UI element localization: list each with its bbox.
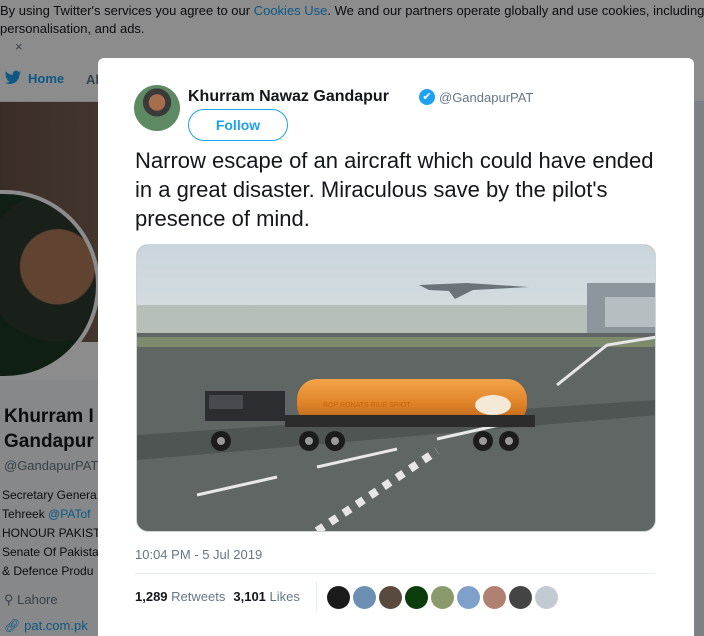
tanker-lettering: ROP RONATS RIUE SRIOT — [323, 402, 411, 409]
liker-avatar[interactable] — [509, 586, 532, 609]
liker-avatar[interactable] — [379, 586, 402, 609]
liker-avatar[interactable] — [483, 586, 506, 609]
liker-avatar[interactable] — [327, 586, 350, 609]
tweet-media[interactable]: ROP RONATS RIUE SRIOT — [136, 244, 656, 532]
tweet-timestamp[interactable]: 10:04 PM - 5 Jul 2019 — [135, 547, 262, 562]
liker-avatar[interactable] — [405, 586, 428, 609]
runway-scene-image: ROP RONATS RIUE SRIOT — [137, 245, 655, 531]
verified-icon: ✔ — [419, 89, 435, 105]
stats-separator — [315, 582, 317, 612]
tweet-avatar[interactable] — [134, 85, 180, 131]
likes-stat[interactable]: 3,101 Likes — [233, 589, 300, 612]
retweets-stat[interactable]: 1,289 Retweets — [135, 589, 225, 612]
tweet-author-name[interactable]: Khurram Nawaz Gandapur — [188, 88, 389, 106]
divider — [135, 573, 655, 574]
follow-button[interactable]: Follow — [188, 109, 288, 141]
liker-avatar[interactable] — [535, 586, 558, 609]
liker-avatars — [327, 586, 558, 609]
tweet-modal: Khurram Nawaz Gandapur ✔ @GandapurPAT Fo… — [98, 58, 694, 636]
liker-avatar[interactable] — [353, 586, 376, 609]
liker-avatar[interactable] — [431, 586, 454, 609]
liker-avatar[interactable] — [457, 586, 480, 609]
tweet-stats: 1,289 Retweets 3,101 Likes — [135, 582, 323, 612]
tweet-author-handle[interactable]: @GandapurPAT — [439, 90, 533, 105]
tweet-text: Narrow escape of an aircraft which could… — [135, 148, 654, 231]
